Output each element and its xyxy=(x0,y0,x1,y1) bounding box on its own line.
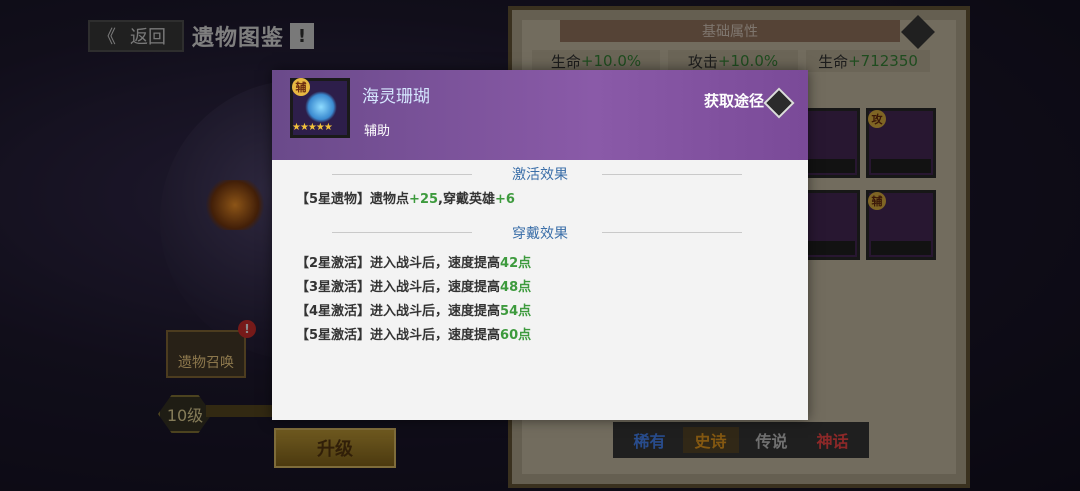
acquire-link[interactable]: 获取途径 xyxy=(704,90,764,111)
wear-title: 穿戴效果 xyxy=(512,226,568,242)
wear-effect-row: 【5星激活】进入战斗后，速度提高60点 xyxy=(296,328,532,343)
star-rating: ★★★★★ xyxy=(292,122,333,133)
activate-title: 激活效果 xyxy=(512,167,568,183)
relic-name: 海灵珊瑚 xyxy=(362,87,430,107)
support-tag-icon: 辅 xyxy=(292,78,310,96)
wear-effect-row: 【4星激活】进入战斗后，速度提高54点 xyxy=(296,304,532,319)
wear-effect-row: 【2星激活】进入战斗后，速度提高42点 xyxy=(296,256,532,271)
coral-graphic xyxy=(305,91,337,123)
diamond-arrow-icon[interactable] xyxy=(763,87,795,119)
activate-effect-row: 【5星遗物】遗物点+25,穿戴英雄+6 xyxy=(296,192,515,207)
relic-detail-modal: 辅 ★★★★★ 海灵珊瑚 辅助 获取途径 激活效果 【5星遗物】遗物点+25,穿… xyxy=(272,70,808,420)
wear-effect-row: 【3星激活】进入战斗后，速度提高48点 xyxy=(296,280,532,295)
relic-type: 辅助 xyxy=(364,124,391,139)
modal-header: 辅 ★★★★★ 海灵珊瑚 辅助 获取途径 xyxy=(272,70,808,160)
scrolled-row-clipped xyxy=(296,241,556,247)
